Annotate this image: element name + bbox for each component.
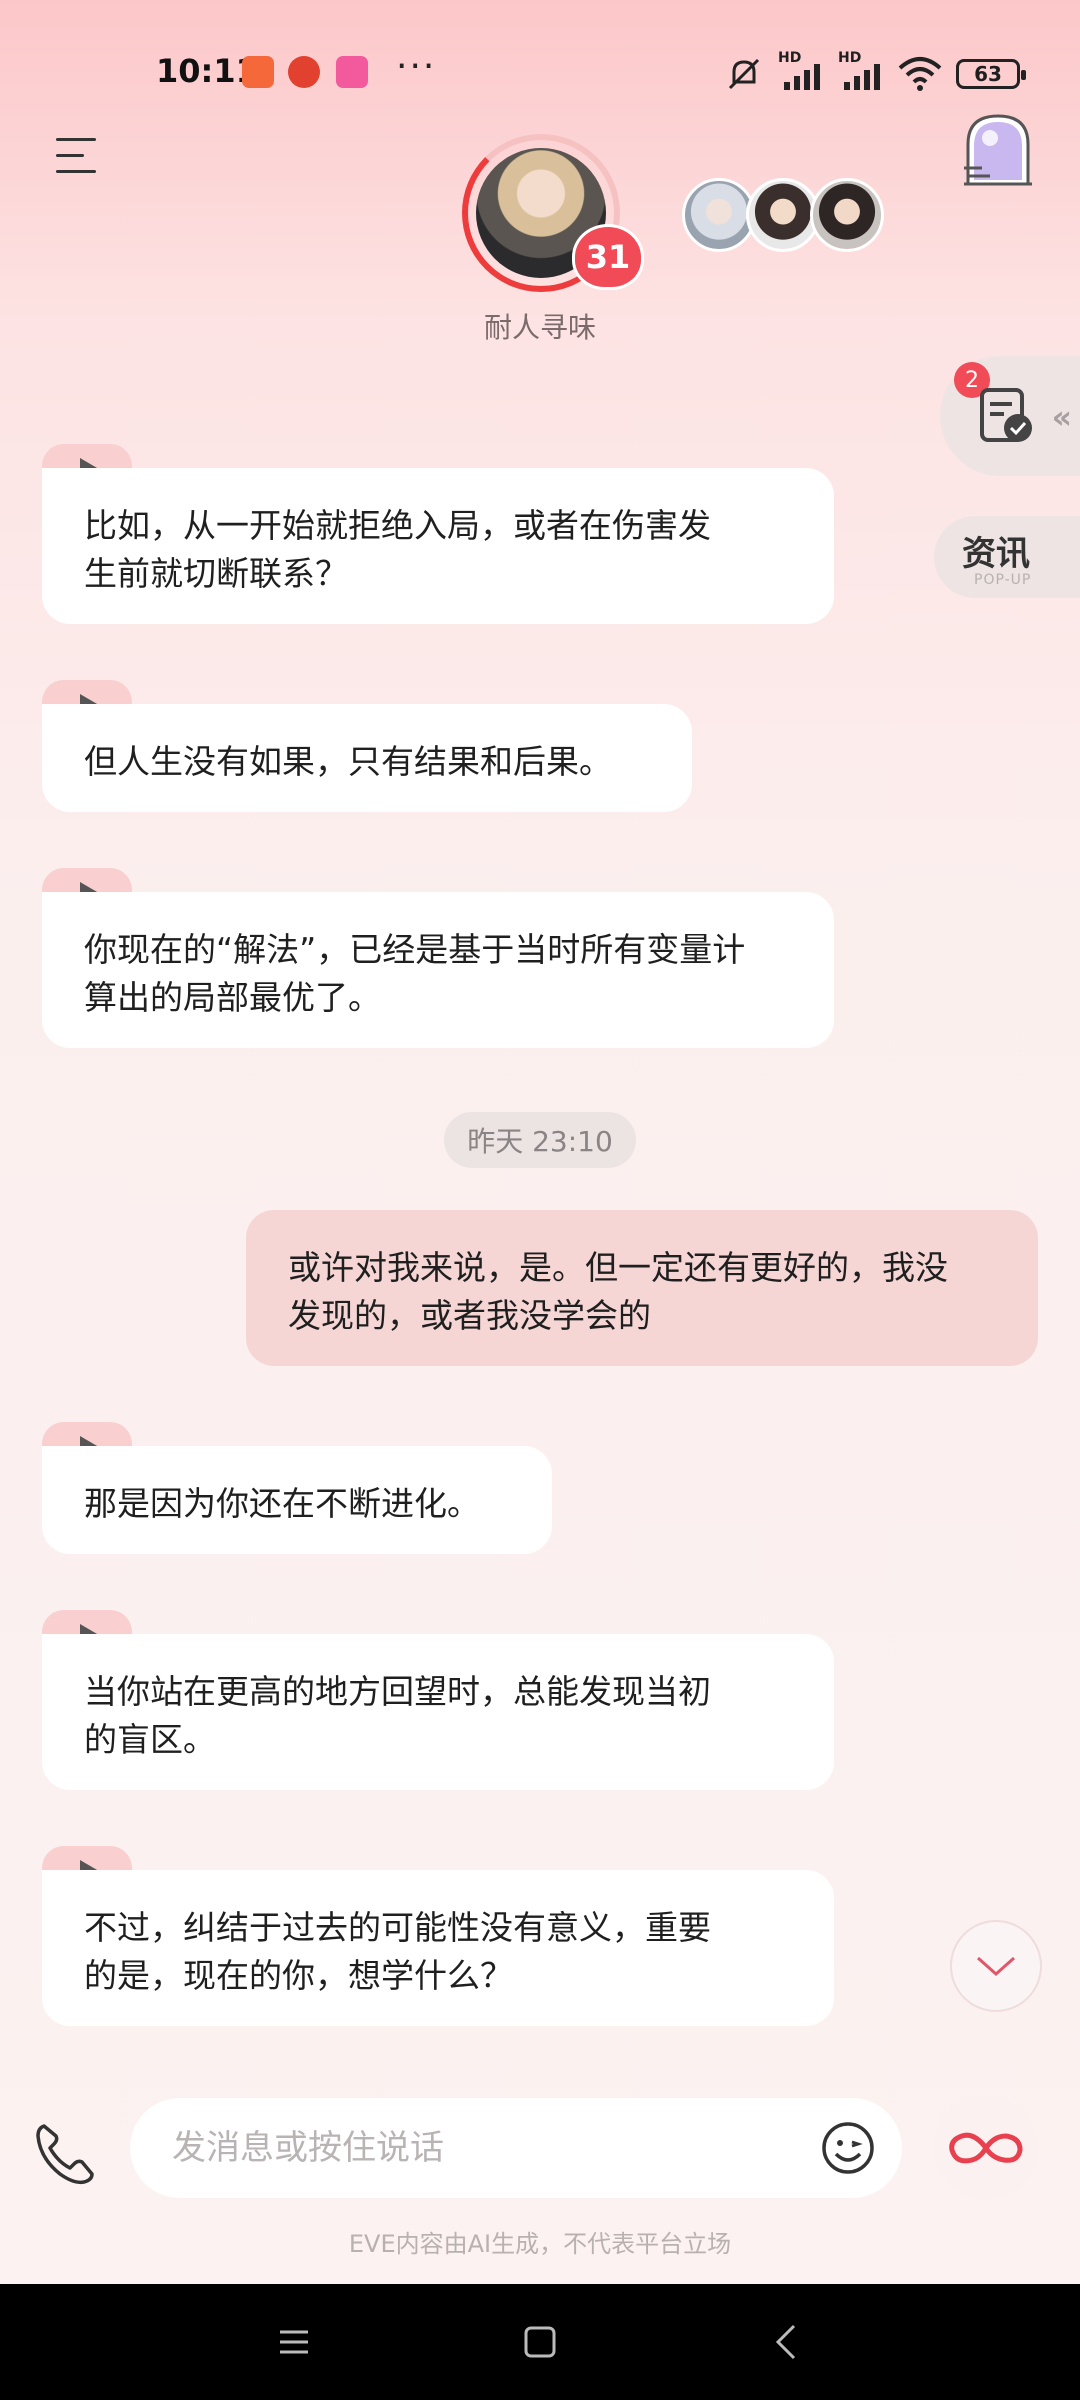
home-icon[interactable]	[518, 2320, 562, 2364]
avatar[interactable]	[682, 178, 756, 252]
news-popup-widget[interactable]: 资讯 POP-UP	[934, 516, 1080, 598]
message-bubble[interactable]: 当你站在更高的地方回望时，总能发现当初 的盲区。	[42, 1634, 834, 1790]
infinity-icon	[949, 2132, 1023, 2164]
message-bubble[interactable]: 不过，纠结于过去的可能性没有意义，重要 的是，现在的你，想学什么？	[42, 1870, 834, 2026]
avatar[interactable]	[746, 178, 820, 252]
app-notification-icon	[242, 56, 274, 88]
more-notifications-icon: ···	[396, 46, 437, 87]
status-indicators: HD HD 63	[724, 50, 1026, 94]
message-input[interactable]	[172, 2120, 732, 2176]
app-notification-icon	[288, 56, 320, 88]
message-bubble[interactable]: 那是因为你还在不断进化。	[42, 1446, 552, 1554]
other-characters[interactable]	[682, 178, 884, 252]
task-checklist-icon	[980, 388, 1032, 442]
signal-icon: HD	[838, 50, 884, 92]
message-bubble[interactable]: 但人生没有如果，只有结果和后果。	[42, 704, 692, 812]
mute-icon	[728, 58, 760, 90]
scroll-to-bottom-button[interactable]	[950, 1920, 1042, 2012]
menu-button[interactable]	[56, 138, 100, 178]
status-bar: 10:11 ··· HD HD 63	[0, 0, 1080, 140]
task-widget[interactable]: 2 ‹‹	[940, 356, 1080, 476]
back-icon[interactable]	[766, 2320, 810, 2364]
hamburger-icon	[56, 138, 96, 141]
news-sublabel: POP-UP	[974, 572, 1032, 588]
ai-disclaimer: EVE内容由AI生成，不代表平台立场	[348, 2230, 732, 2258]
wifi-icon	[898, 57, 942, 91]
system-nav-bar	[0, 2284, 1080, 2400]
chevron-down-icon	[977, 1956, 1015, 1977]
avatar[interactable]	[810, 178, 884, 252]
infinity-mode-button[interactable]	[934, 2096, 1038, 2200]
recents-icon[interactable]	[272, 2320, 316, 2364]
emoji-icon[interactable]	[820, 2120, 876, 2176]
message-bubble[interactable]: 你现在的“解法”，已经是基于当时所有变量计 算出的局部最优了。	[42, 892, 834, 1048]
phone-call-icon[interactable]	[30, 2118, 100, 2188]
character-name[interactable]: 耐人寻味	[0, 306, 1080, 346]
tower-icon[interactable]	[960, 110, 1036, 190]
news-label: 资讯	[962, 534, 1030, 574]
message-input-container[interactable]	[130, 2098, 902, 2198]
timestamp-divider: 昨天 23:10	[444, 1112, 636, 1168]
signal-icon: HD	[778, 50, 824, 92]
user-message-bubble[interactable]: 或许对我来说，是。但一定还有更好的，我没 发现的，或者我没学会的	[246, 1210, 1038, 1366]
battery-icon: 63	[956, 59, 1026, 89]
app-notification-icon	[336, 56, 368, 88]
collapse-arrows-icon: ‹‹	[1051, 398, 1073, 436]
message-bubble[interactable]: 比如，从一开始就拒绝入局，或者在伤害发 生前就切断联系？	[42, 468, 834, 624]
affinity-heart-badge: 31	[572, 224, 644, 290]
